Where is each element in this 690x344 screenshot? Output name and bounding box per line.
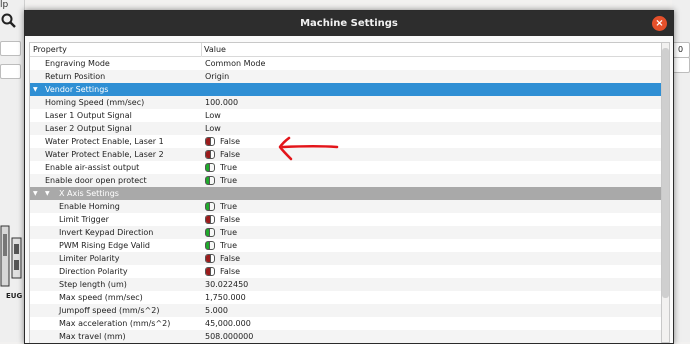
property-value[interactable]: False: [220, 148, 240, 161]
property-value[interactable]: False: [220, 135, 240, 148]
property-label: Laser 1 Output Signal: [45, 111, 132, 120]
property-label: Direction Polarity: [59, 267, 128, 276]
subgroup-row[interactable]: ▼ ▼ X Axis Settings: [30, 187, 662, 200]
property-label: Limit Trigger: [59, 215, 109, 224]
expand-arrow-icon[interactable]: ▼: [45, 187, 50, 200]
property-value[interactable]: False: [220, 265, 240, 278]
property-value[interactable]: 508.000000: [205, 330, 253, 343]
property-row[interactable]: Direction Polarity False: [30, 265, 662, 278]
close-icon: ×: [655, 18, 664, 29]
property-label: Enable Homing: [59, 202, 120, 211]
background-app-left: lp EUG: [0, 0, 25, 342]
property-value[interactable]: True: [220, 161, 237, 174]
property-row[interactable]: PWM Rising Edge Valid True: [30, 239, 662, 252]
column-header-property[interactable]: Property: [30, 43, 202, 56]
group-label: Vendor Settings: [45, 85, 109, 94]
property-row[interactable]: Invert Keypad Direction True: [30, 226, 662, 239]
property-row[interactable]: Laser 1 Output Signal Low: [30, 109, 662, 122]
property-value[interactable]: True: [220, 226, 237, 239]
property-row[interactable]: Water Protect Enable, Laser 2 False: [30, 148, 662, 161]
table-header: Property Value: [30, 43, 662, 57]
property-label: Invert Keypad Direction: [59, 228, 154, 237]
property-label: PWM Rising Edge Valid: [59, 241, 150, 250]
group-row[interactable]: ▼ Vendor Settings: [30, 83, 662, 96]
property-row[interactable]: Step length (um) 30.022450: [30, 278, 662, 291]
machine-label: EUG: [6, 292, 23, 300]
property-row[interactable]: Enable Homing True: [30, 200, 662, 213]
property-label: Max acceleration (mm/s^2): [59, 319, 171, 328]
property-row[interactable]: Jumpoff speed (mm/s^2) 5.000: [30, 304, 662, 317]
property-value[interactable]: 1,750.000: [205, 291, 246, 304]
property-value[interactable]: False: [220, 213, 240, 226]
property-row[interactable]: Enable door open protect True: [30, 174, 662, 187]
toggle-switch[interactable]: [205, 163, 215, 172]
annotation-arrow-icon: [278, 136, 339, 161]
toggle-switch[interactable]: [205, 137, 215, 146]
property-value[interactable]: True: [220, 200, 237, 213]
toggle-switch[interactable]: [205, 176, 215, 185]
property-value[interactable]: False: [220, 252, 240, 265]
property-row[interactable]: Max acceleration (mm/s^2) 45,000.000: [30, 317, 662, 330]
property-value[interactable]: Origin: [205, 70, 229, 83]
toggle-switch[interactable]: [205, 228, 215, 237]
expand-arrow-icon[interactable]: ▼: [33, 83, 38, 96]
property-value[interactable]: Low: [205, 122, 221, 135]
property-row[interactable]: Engraving Mode Common Mode: [30, 57, 662, 70]
column-header-value[interactable]: Value: [201, 43, 644, 56]
property-row[interactable]: Homing Speed (mm/sec) 100.000: [30, 96, 662, 109]
dialog-title: Machine Settings: [300, 18, 398, 29]
property-label: Return Position: [45, 72, 106, 81]
property-row[interactable]: Enable air-assist output True: [30, 161, 662, 174]
toggle-switch[interactable]: [205, 215, 215, 224]
property-label: Jumpoff speed (mm/s^2): [59, 306, 160, 315]
property-row[interactable]: Return Position Origin: [30, 70, 662, 83]
property-label: Step length (um): [59, 280, 127, 289]
property-value[interactable]: 45,000.000: [205, 317, 251, 330]
property-label: Water Protect Enable, Laser 2: [45, 150, 164, 159]
property-row[interactable]: Laser 2 Output Signal Low: [30, 122, 662, 135]
close-button[interactable]: ×: [652, 16, 667, 31]
toggle-switch[interactable]: [205, 202, 215, 211]
property-value[interactable]: Low: [205, 109, 221, 122]
property-label: Limiter Polarity: [59, 254, 120, 263]
toggle-switch[interactable]: [205, 267, 215, 276]
toggle-switch[interactable]: [205, 241, 215, 250]
property-row[interactable]: Water Protect Enable, Laser 1 False: [30, 135, 662, 148]
property-row[interactable]: Limiter Polarity False: [30, 252, 662, 265]
property-label: Homing Speed (mm/sec): [45, 98, 145, 107]
background-app-right: 0: [671, 0, 690, 342]
background-menu-fragment: lp: [0, 0, 9, 10]
toggle-switch[interactable]: [205, 150, 215, 159]
property-value[interactable]: True: [220, 174, 237, 187]
background-field[interactable]: [0, 41, 21, 56]
dialog-titlebar[interactable]: Machine Settings ×: [25, 11, 673, 36]
property-row[interactable]: Limit Trigger False: [30, 213, 662, 226]
group-label: X Axis Settings: [59, 189, 119, 198]
property-label: Engraving Mode: [45, 59, 110, 68]
property-row[interactable]: Max travel (mm) 508.000000: [30, 330, 662, 343]
property-row[interactable]: Max speed (mm/sec) 1,750.000: [30, 291, 662, 304]
property-label: Max travel (mm): [59, 332, 126, 341]
machine-preview-icon: [0, 224, 22, 296]
property-label: Water Protect Enable, Laser 1: [45, 137, 164, 146]
property-value[interactable]: 100.000: [205, 96, 238, 109]
machine-settings-dialog: Machine Settings × Property Value Engrav…: [24, 10, 674, 344]
property-label: Max speed (mm/sec): [59, 293, 143, 302]
property-label: Enable door open protect: [45, 176, 147, 185]
zoom-icon[interactable]: [1, 13, 17, 32]
property-value[interactable]: Common Mode: [205, 57, 265, 70]
property-value[interactable]: 5.000: [205, 304, 228, 317]
property-value[interactable]: True: [220, 239, 237, 252]
scrollbar-thumb[interactable]: [662, 48, 669, 298]
property-value[interactable]: 30.022450: [205, 278, 248, 291]
background-field[interactable]: [0, 64, 21, 79]
expand-arrow-icon[interactable]: ▼: [33, 187, 38, 200]
property-label: Enable air-assist output: [45, 163, 140, 172]
property-table: Property Value Engraving Mode Common Mode…: [29, 42, 662, 343]
toggle-switch[interactable]: [205, 254, 215, 263]
property-label: Laser 2 Output Signal: [45, 124, 132, 133]
